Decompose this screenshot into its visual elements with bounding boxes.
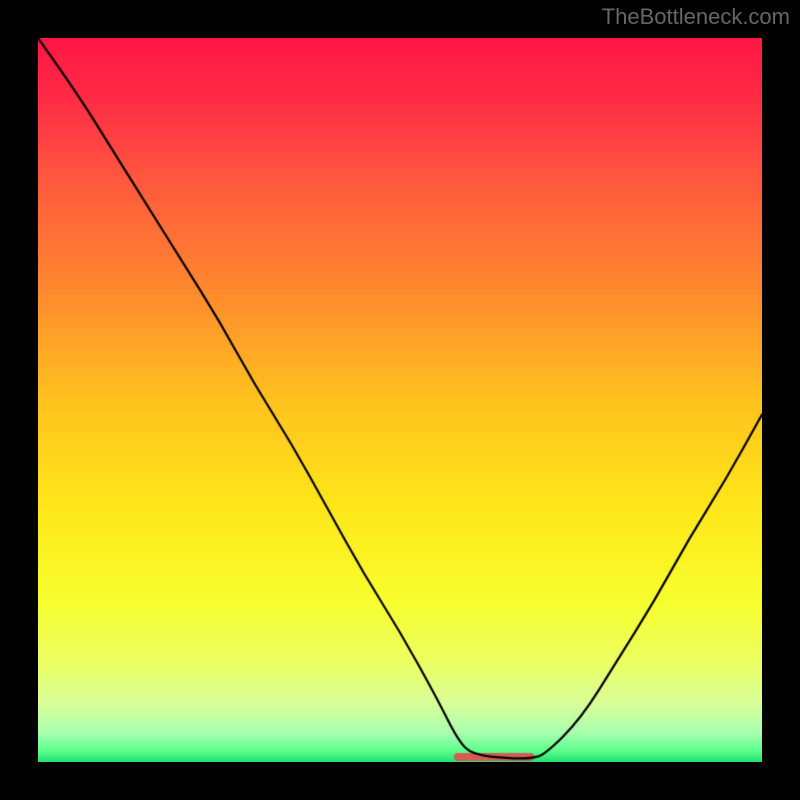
watermark-text: TheBottleneck.com	[602, 4, 790, 30]
chart-frame: TheBottleneck.com	[0, 0, 800, 800]
plot-area	[38, 38, 762, 762]
chart-curve	[38, 38, 762, 762]
